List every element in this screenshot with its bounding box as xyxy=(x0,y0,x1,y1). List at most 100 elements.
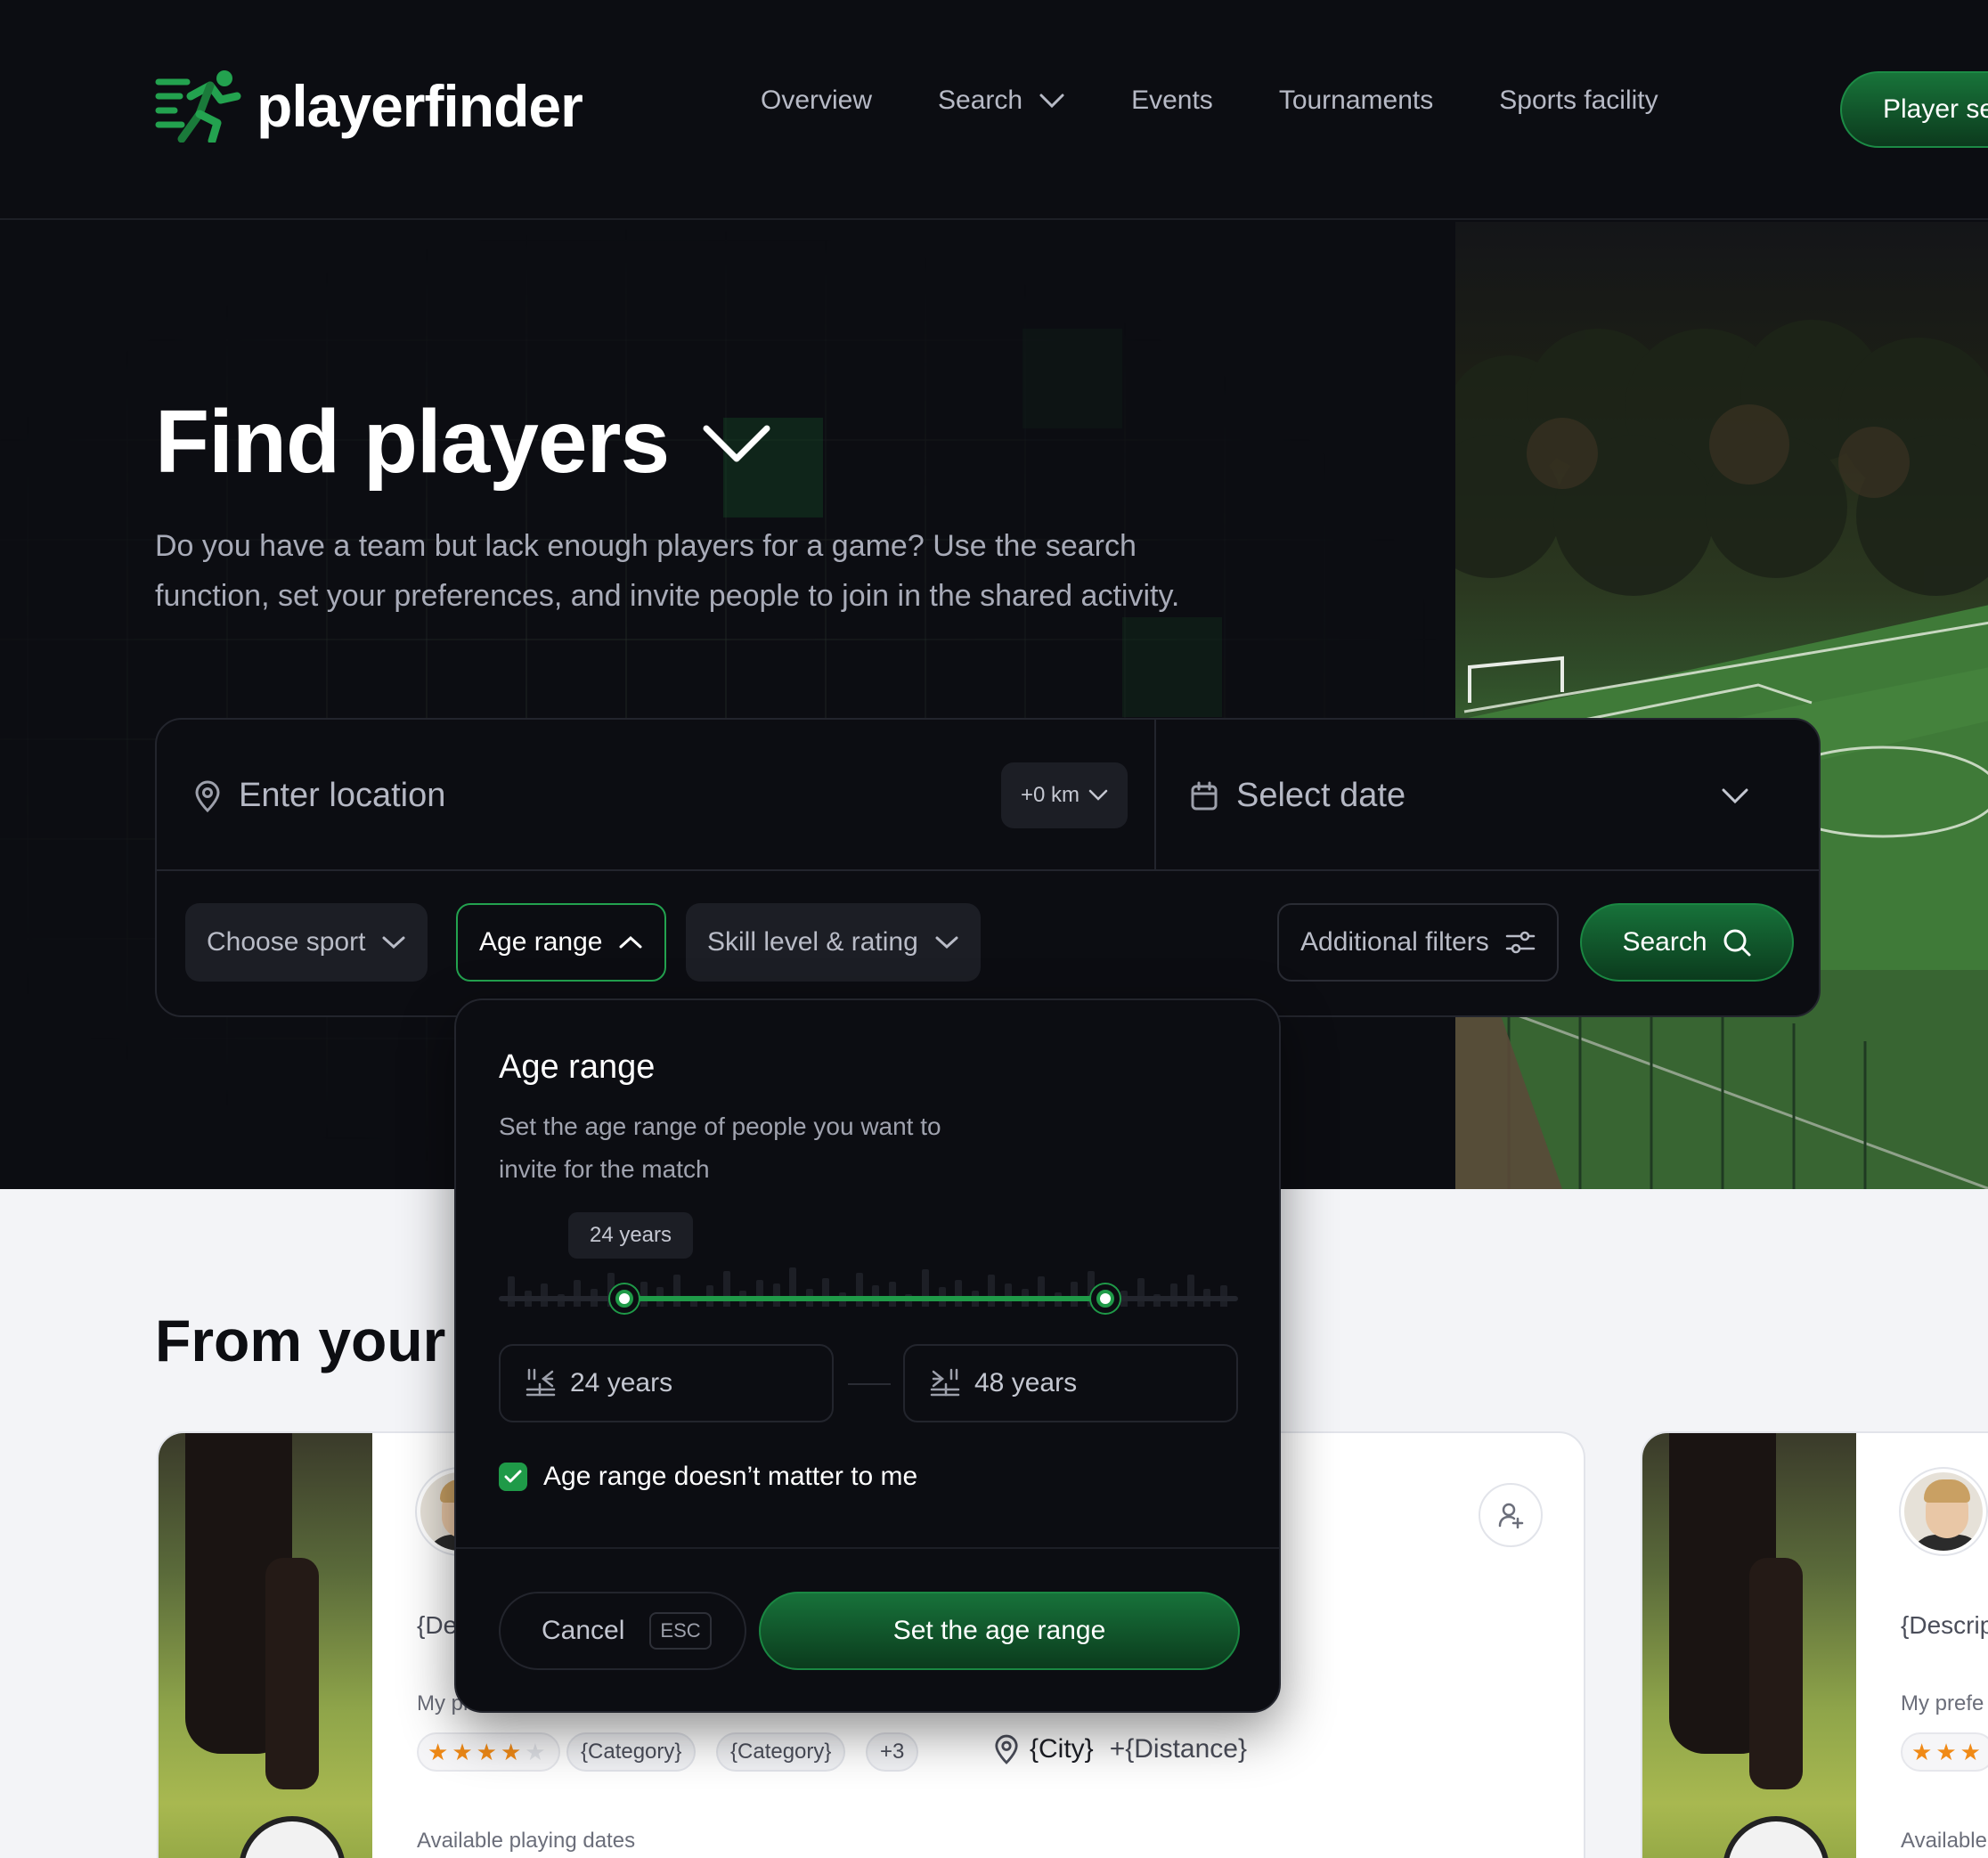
slider-min-handle[interactable] xyxy=(610,1284,640,1313)
esc-shortcut-badge: ESC xyxy=(649,1612,712,1650)
nav-sports-facility[interactable]: Sports facility xyxy=(1499,86,1658,116)
player-photo xyxy=(159,1433,372,1858)
chevron-down-icon xyxy=(1039,94,1064,109)
chevron-down-icon xyxy=(935,936,958,949)
search-divider xyxy=(1154,720,1156,871)
distance-value: +0 km xyxy=(1020,783,1080,807)
category-chip: {Category} xyxy=(566,1732,697,1772)
date-placeholder: Select date xyxy=(1236,777,1406,814)
histogram-bar xyxy=(888,1282,896,1307)
available-dates-label: Available xyxy=(1901,1829,1987,1853)
star-icon: ★ xyxy=(476,1738,501,1765)
skill-filter-label: Skill level & rating xyxy=(707,927,918,957)
player-search-button[interactable]: Player se xyxy=(1840,71,1988,148)
preferences-label: My prefe xyxy=(1901,1691,1984,1715)
page-title[interactable]: Find players xyxy=(155,391,772,493)
popover-title: Age range xyxy=(499,1048,656,1086)
player-photo xyxy=(1642,1433,1856,1858)
slider-tooltip: 24 years xyxy=(568,1212,693,1259)
hero-subtitle: Do you have a team but lack enough playe… xyxy=(155,529,1180,613)
histogram-bar xyxy=(574,1280,582,1307)
age-range-slider[interactable] xyxy=(499,1284,1238,1313)
location-placeholder: Enter location xyxy=(239,777,446,814)
slider-selected-range xyxy=(624,1296,1105,1301)
age-filter-label: Age range xyxy=(479,927,603,957)
cancel-button[interactable]: Cancel ESC xyxy=(499,1592,746,1670)
additional-filters-button[interactable]: Additional filters xyxy=(1277,903,1559,982)
star-icon: ★ xyxy=(500,1738,526,1765)
histogram-bar xyxy=(822,1278,830,1307)
player-description: {De xyxy=(417,1611,458,1639)
section-title: From your xyxy=(155,1308,446,1373)
histogram-bar xyxy=(1137,1278,1145,1307)
nav-search-label: Search xyxy=(938,86,1023,115)
star-empty-icon: ★ xyxy=(525,1738,550,1765)
sliders-icon xyxy=(1505,931,1536,954)
player-location: {City} +{Distance} xyxy=(994,1734,1247,1764)
page-title-label: Find players xyxy=(155,392,670,492)
brand-logo[interactable]: playerfinder xyxy=(155,69,583,143)
category-chip: {Category} xyxy=(716,1732,846,1772)
max-age-value: 48 years xyxy=(974,1368,1078,1398)
distance-dropdown[interactable]: +0 km xyxy=(1001,762,1128,828)
chevron-up-icon xyxy=(619,935,642,949)
date-picker[interactable]: Select date xyxy=(1190,777,1405,815)
histogram-bar xyxy=(1071,1282,1079,1307)
distance-value: +{Distance} xyxy=(1109,1734,1247,1764)
nav-overview[interactable]: Overview xyxy=(761,86,872,116)
popover-divider xyxy=(456,1547,1279,1549)
search-icon xyxy=(1723,929,1751,957)
histogram-bar xyxy=(673,1275,680,1307)
nav-events[interactable]: Events xyxy=(1131,86,1213,116)
histogram-bar xyxy=(1038,1276,1046,1307)
sport-filter-label: Choose sport xyxy=(207,927,366,957)
chevron-down-icon xyxy=(703,425,770,461)
skill-filter-dropdown[interactable]: Skill level & rating xyxy=(686,903,981,982)
checkbox-checked-icon xyxy=(499,1463,527,1491)
map-pin-icon xyxy=(995,1734,1018,1764)
available-dates-label: Available playing dates xyxy=(417,1829,636,1853)
min-range-icon xyxy=(526,1368,556,1397)
checkbox-label: Age range doesn’t matter to me xyxy=(543,1462,918,1491)
nav-search[interactable]: Search xyxy=(938,86,1065,116)
histogram-bar xyxy=(722,1271,730,1307)
invite-player-button[interactable] xyxy=(1479,1483,1543,1547)
more-categories-chip[interactable]: +3 xyxy=(866,1732,919,1772)
search-panel: Enter location +0 km Select date Choose … xyxy=(155,718,1821,1017)
star-icon: ★ xyxy=(428,1738,452,1765)
set-age-range-button[interactable]: Set the age range xyxy=(759,1592,1240,1670)
sport-filter-dropdown[interactable]: Choose sport xyxy=(185,903,428,982)
field-markings xyxy=(1455,320,1988,1189)
min-age-input[interactable]: 24 years xyxy=(499,1344,834,1422)
skill-rating: ★ ★ ★ ★ ★ xyxy=(417,1732,560,1772)
histogram-bar xyxy=(1170,1283,1177,1307)
search-submit-button[interactable]: Search xyxy=(1580,903,1794,982)
search-top-row: Enter location +0 km Select date xyxy=(157,720,1819,871)
top-navbar: playerfinder Overview Search Events Tour… xyxy=(0,0,1988,220)
calendar-icon xyxy=(1191,781,1218,810)
histogram-bar xyxy=(1005,1283,1012,1307)
chevron-down-icon xyxy=(382,936,405,949)
max-age-input[interactable]: 48 years xyxy=(903,1344,1238,1422)
histogram-bar xyxy=(756,1280,763,1307)
age-filter-dropdown[interactable]: Age range xyxy=(456,903,667,982)
location-input[interactable]: Enter location xyxy=(194,777,445,815)
running-player-logo-icon xyxy=(155,70,241,143)
histogram-bar xyxy=(988,1275,996,1307)
city-name: {City} xyxy=(1030,1734,1094,1764)
avatar xyxy=(1901,1469,1986,1554)
slider-max-handle[interactable] xyxy=(1090,1284,1120,1313)
histogram-bar xyxy=(508,1276,515,1307)
histogram-bar xyxy=(772,1283,780,1307)
nav-tournaments[interactable]: Tournaments xyxy=(1279,86,1433,116)
brand-name: playerfinder xyxy=(257,73,583,139)
search-submit-label: Search xyxy=(1622,927,1707,957)
age-doesnt-matter-checkbox[interactable]: Age range doesn’t matter to me xyxy=(499,1462,917,1492)
star-icon: ★ xyxy=(1935,1738,1960,1765)
add-user-icon xyxy=(1498,1503,1524,1528)
min-age-value: 24 years xyxy=(570,1368,673,1398)
chevron-down-icon[interactable] xyxy=(1721,787,1749,805)
star-icon: ★ xyxy=(1959,1738,1984,1765)
player-card[interactable]: {Descrip My prefe ★ ★ ★ Available xyxy=(1641,1431,1988,1858)
main-nav: Overview Search Events Tournaments Sport… xyxy=(761,86,1724,116)
